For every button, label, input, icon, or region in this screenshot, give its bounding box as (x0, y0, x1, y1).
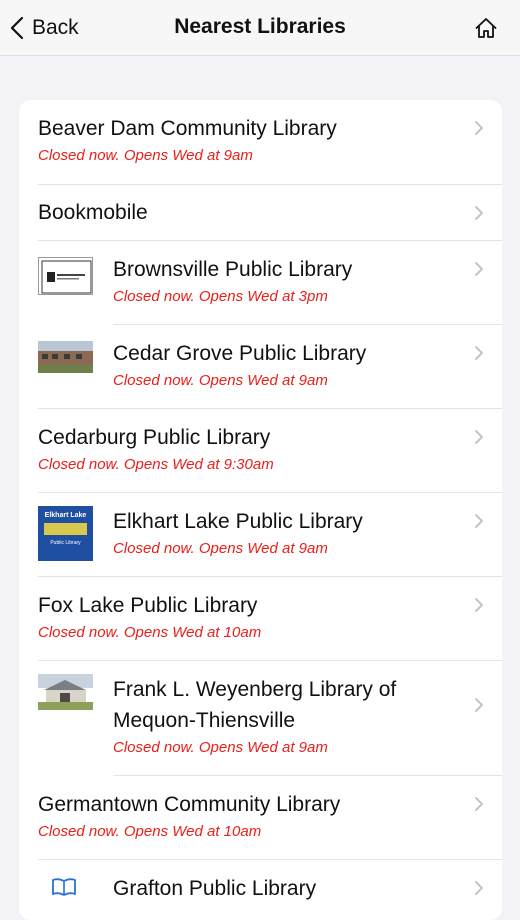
page-title: Nearest Libraries (174, 15, 346, 38)
list-item-fox-lake[interactable]: Fox Lake Public Library Closed now. Open… (19, 577, 502, 661)
chevron-right-icon (475, 206, 483, 220)
chevron-right-icon (475, 121, 483, 135)
list-item-frank-weyenberg[interactable]: Frank L. Weyenberg Library of Mequon-Thi… (19, 661, 502, 776)
library-name-line1: Frank L. Weyenberg Library of (113, 678, 397, 701)
book-icon (52, 878, 76, 896)
library-logo: Elkhart Lake Public Library (38, 506, 93, 561)
library-name: Cedar Grove Public Library (113, 342, 367, 365)
library-name: Bookmobile (38, 201, 148, 224)
list-item-brownsville[interactable]: Brownsville Public Library Closed now. O… (19, 241, 502, 325)
navigation-bar: Back Nearest Libraries (0, 0, 520, 56)
library-photo (38, 674, 93, 710)
library-status: Closed now. Opens Wed at 9am (113, 372, 328, 389)
chevron-right-icon (475, 598, 483, 612)
list-item-cedar-grove[interactable]: Cedar Grove Public Library Closed now. O… (19, 325, 502, 409)
list-item-beaver-dam[interactable]: Beaver Dam Community Library Closed now.… (19, 100, 502, 185)
library-logo (38, 257, 93, 295)
chevron-right-icon (475, 430, 483, 444)
list-item-germantown[interactable]: Germantown Community Library Closed now.… (19, 776, 502, 860)
list-item-grafton[interactable]: Grafton Public Library (19, 860, 502, 920)
library-status: Closed now. Opens Wed at 9am (38, 147, 253, 164)
chevron-right-icon (475, 698, 483, 712)
library-photo (38, 341, 93, 373)
library-status: Closed now. Opens Wed at 10am (38, 823, 262, 840)
home-icon[interactable] (474, 16, 498, 40)
library-status: Closed now. Opens Wed at 9:30am (38, 456, 274, 473)
library-status: Closed now. Opens Wed at 3pm (113, 288, 328, 305)
library-name: Beaver Dam Community Library (38, 117, 337, 140)
chevron-right-icon (475, 262, 483, 276)
library-name: Germantown Community Library (38, 793, 341, 816)
library-name: Fox Lake Public Library (38, 594, 258, 617)
chevron-right-icon (475, 514, 483, 528)
list-item-elkhart-lake[interactable]: Elkhart Lake Public Library Elkhart Lake… (19, 493, 502, 577)
library-name-line2: Mequon-Thiensville (113, 709, 296, 732)
library-name: Cedarburg Public Library (38, 426, 271, 449)
library-name: Brownsville Public Library (113, 258, 353, 281)
library-list: Beaver Dam Community Library Closed now.… (19, 100, 502, 920)
library-status: Closed now. Opens Wed at 10am (38, 624, 262, 641)
library-status: Closed now. Opens Wed at 9am (113, 540, 328, 557)
list-item-cedarburg[interactable]: Cedarburg Public Library Closed now. Ope… (19, 409, 502, 493)
chevron-right-icon (475, 346, 483, 360)
library-name: Elkhart Lake Public Library (113, 510, 363, 533)
chevron-right-icon (475, 881, 483, 895)
list-item-bookmobile[interactable]: Bookmobile (19, 185, 502, 241)
chevron-right-icon (475, 797, 483, 811)
library-status: Closed now. Opens Wed at 9am (113, 739, 328, 756)
